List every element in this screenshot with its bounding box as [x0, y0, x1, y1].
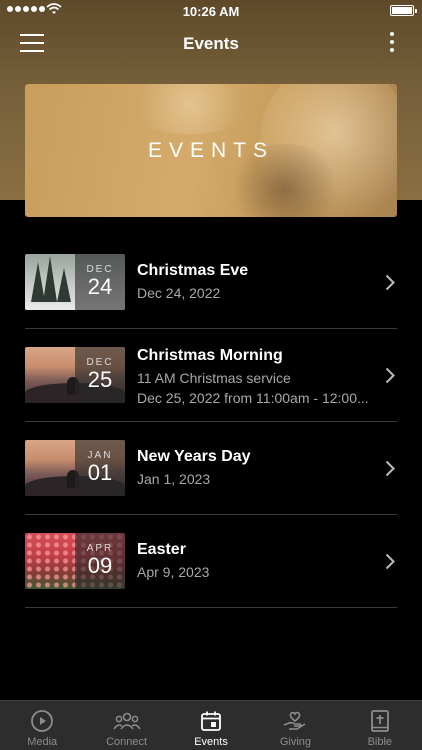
- tab-media[interactable]: Media: [0, 701, 84, 750]
- tab-label: Events: [194, 736, 228, 748]
- event-date: Dec 24, 2022: [137, 285, 221, 301]
- play-circle-icon: [31, 710, 54, 732]
- event-row[interactable]: JAN 01 New Years Day Jan 1, 2023: [25, 422, 397, 515]
- date-badge: DEC 24: [75, 254, 125, 310]
- event-row[interactable]: DEC 25 Christmas Morning 11 AM Christmas…: [25, 329, 397, 422]
- tab-bar: Media Connect Events Giving Bible: [0, 700, 422, 750]
- heart-hand-icon: [284, 711, 306, 730]
- event-name: Easter: [137, 541, 186, 558]
- status-time: 10:26 AM: [182, 4, 240, 19]
- banner-title: EVENTS: [147, 139, 275, 162]
- event-day: 25: [87, 367, 113, 392]
- event-thumbnail: JAN 01: [25, 440, 125, 496]
- event-date: Jan 1, 2023: [137, 471, 211, 487]
- battery-icon: [390, 5, 417, 16]
- event-thumbnail: DEC 25: [25, 347, 125, 403]
- chevron-right-icon: [385, 367, 395, 384]
- event-date: Apr 9, 2023: [137, 564, 210, 580]
- tab-giving[interactable]: Giving: [253, 701, 337, 750]
- event-day: 01: [87, 460, 113, 485]
- event-thumbnail: DEC 24: [25, 254, 125, 310]
- events-banner: EVENTS: [25, 84, 397, 217]
- page-title: Events: [183, 34, 239, 53]
- navigation-bar: Events: [0, 22, 422, 66]
- tab-label: Bible: [367, 736, 393, 748]
- event-day: 09: [87, 553, 113, 578]
- tab-events[interactable]: Events: [169, 701, 253, 750]
- event-thumbnail: APR 09: [25, 533, 125, 589]
- tab-label: Giving: [279, 736, 312, 748]
- date-badge: DEC 25: [75, 347, 125, 403]
- event-description: 11 AM Christmas service: [137, 370, 291, 386]
- tab-label: Media: [27, 736, 58, 748]
- calendar-icon: [201, 711, 221, 731]
- bible-icon: [370, 710, 389, 732]
- event-list: DEC 24 Christmas Eve Dec 24, 2022 DEC 25…: [25, 236, 397, 608]
- event-row[interactable]: DEC 24 Christmas Eve Dec 24, 2022: [25, 236, 397, 329]
- tab-label: Connect: [106, 736, 148, 748]
- chevron-right-icon: [385, 553, 395, 570]
- event-row[interactable]: APR 09 Easter Apr 9, 2023: [25, 515, 397, 608]
- chevron-right-icon: [385, 460, 395, 477]
- event-name: Christmas Eve: [137, 262, 249, 279]
- date-badge: APR 09: [75, 533, 125, 589]
- people-icon: [112, 712, 141, 730]
- event-name: Christmas Morning: [137, 347, 283, 364]
- event-date: Dec 25, 2022 from 11:00am - 12:00...: [137, 390, 369, 406]
- date-badge: JAN 01: [75, 440, 125, 496]
- chevron-right-icon: [385, 274, 395, 291]
- more-vertical-icon[interactable]: [388, 32, 396, 56]
- tab-bible[interactable]: Bible: [338, 701, 422, 750]
- event-name: New Years Day: [137, 448, 251, 465]
- tab-connect[interactable]: Connect: [84, 701, 168, 750]
- status-bar: 10:26 AM: [0, 0, 422, 22]
- event-day: 24: [87, 274, 113, 299]
